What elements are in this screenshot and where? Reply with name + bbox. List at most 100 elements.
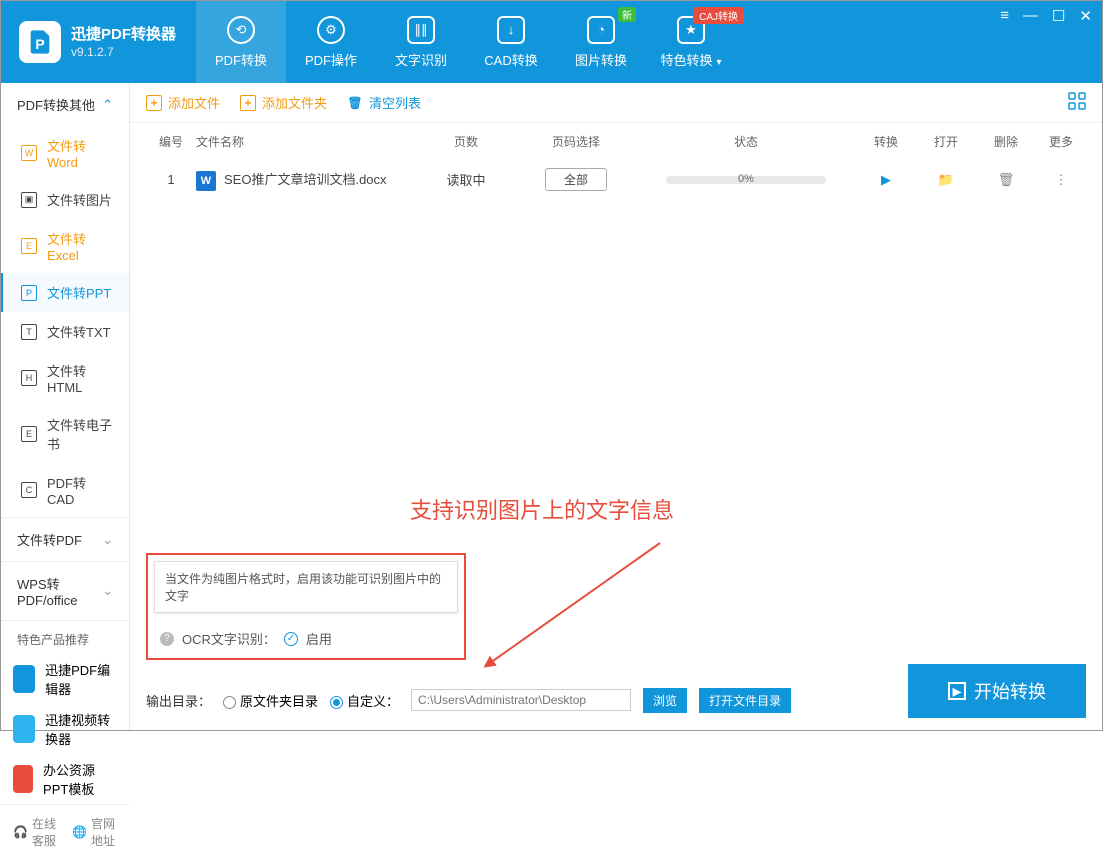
video-converter-icon xyxy=(13,715,35,743)
folder-plus-icon: + xyxy=(240,95,256,111)
sidebar-item-label: 文件转图片 xyxy=(47,190,112,209)
grid-view-icon[interactable] xyxy=(1068,92,1086,113)
tab-label: 特色转换▾ xyxy=(660,50,721,69)
close-icon[interactable]: ✕ xyxy=(1079,7,1092,25)
website-link[interactable]: 🌐官网地址 xyxy=(72,815,117,849)
col-status: 状态 xyxy=(636,133,856,150)
tab-label: PDF转换 xyxy=(215,50,267,69)
logo-area: P 迅捷PDF转换器 v9.1.2.7 xyxy=(1,21,196,63)
col-convert: 转换 xyxy=(856,133,916,150)
open-button[interactable]: 📁 xyxy=(916,172,976,188)
sidebar-section-file-to-pdf[interactable]: 文件转PDF ⌄ xyxy=(1,518,129,561)
more-button[interactable]: ⋮ xyxy=(1036,172,1086,188)
radio-checked-icon xyxy=(330,696,343,709)
section-title: PDF转换其他 xyxy=(17,95,95,114)
app-title: 迅捷PDF转换器 xyxy=(71,25,176,45)
annotation-arrow xyxy=(480,533,680,683)
recommend-pdf-editor[interactable]: 迅捷PDF编辑器 xyxy=(1,654,129,704)
row-name: WSEO推广文章培训文档.docx xyxy=(196,169,416,191)
output-label: 输出目录： xyxy=(146,691,211,710)
convert-button[interactable]: ▶ xyxy=(856,172,916,188)
radio-icon xyxy=(223,696,236,709)
cad-icon: ↓ xyxy=(497,16,525,44)
add-file-button[interactable]: +添加文件 xyxy=(146,93,220,112)
pdf-editor-icon xyxy=(13,665,35,693)
start-convert-button[interactable]: ▸ 开始转换 xyxy=(908,664,1086,718)
radio-original-folder[interactable]: 原文件夹目录 xyxy=(223,691,318,710)
clear-list-button[interactable]: 🗑清空列表 xyxy=(347,93,421,112)
plus-icon: + xyxy=(146,95,162,111)
tab-special-convert[interactable]: CAJ转换 ★ 特色转换▾ xyxy=(646,1,736,83)
sidebar-item-to-image[interactable]: ▣ 文件转图片 xyxy=(1,180,129,219)
ebook-icon: E xyxy=(21,426,37,442)
new-badge: 新 xyxy=(618,7,636,22)
section-title: WPS转PDF/office xyxy=(17,574,102,608)
annotation-text: 支持识别图片上的文字信息 xyxy=(410,493,674,525)
caj-badge: CAJ转换 xyxy=(693,7,744,24)
section-title: 文件转PDF xyxy=(17,530,82,549)
recommend-ppt-template[interactable]: 办公资源PPT模板 xyxy=(1,754,129,804)
col-more: 更多 xyxy=(1036,133,1086,150)
sidebar-item-to-excel[interactable]: E文件转Excel xyxy=(1,219,129,273)
maximize-icon[interactable]: ☐ xyxy=(1052,7,1065,25)
app-logo-icon: P xyxy=(19,21,61,63)
tab-cad-convert[interactable]: ↓ CAD转换 xyxy=(466,1,556,83)
ocr-enable-checkbox[interactable]: ✓ xyxy=(284,632,298,646)
txt-icon: T xyxy=(21,324,37,340)
sidebar-item-to-txt[interactable]: T 文件转TXT xyxy=(1,312,129,351)
tab-text-recognize[interactable]: ∥∥ 文字识别 xyxy=(376,1,466,83)
ppt-template-icon xyxy=(13,765,33,793)
minimize-icon[interactable]: — xyxy=(1023,7,1038,25)
sidebar-item-label: PDF转CAD xyxy=(47,473,113,507)
radio-custom-folder[interactable]: 自定义： xyxy=(330,691,399,710)
help-icon[interactable]: ? xyxy=(160,632,174,646)
sidebar-item-label: 文件转Word xyxy=(47,136,113,170)
sidebar-item-to-word[interactable]: W文件转Word xyxy=(1,126,129,180)
gear-icon: ⚙ xyxy=(317,16,345,44)
row-page-select: 全部 xyxy=(516,168,636,191)
menu-icon[interactable]: ≡ xyxy=(1000,7,1009,25)
sidebar-section-wps-to-pdf[interactable]: WPS转PDF/office ⌄ xyxy=(1,562,129,620)
online-service-link[interactable]: 🎧在线客服 xyxy=(13,815,58,849)
tab-image-convert[interactable]: 新 ◔ 图片转换 xyxy=(556,1,646,83)
output-path-input[interactable] xyxy=(411,689,631,711)
delete-button[interactable]: 🗑 xyxy=(976,172,1036,188)
sidebar-section-pdf-to-other[interactable]: PDF转换其他 ⌃ xyxy=(1,83,129,126)
recommend-label: 迅捷PDF编辑器 xyxy=(45,660,117,698)
sidebar-item-label: 文件转PPT xyxy=(47,283,111,302)
progress-bar: 0% xyxy=(666,176,826,184)
convert-icon: ⟲ xyxy=(227,16,255,44)
bars-icon: ∥∥ xyxy=(407,16,435,44)
cad-file-icon: C xyxy=(21,482,37,498)
sidebar-item-label: 文件转HTML xyxy=(47,361,113,395)
svg-text:P: P xyxy=(35,36,44,52)
ocr-tooltip: 当文件为纯图片格式时，启用该功能可识别图片中的文字 xyxy=(154,561,458,613)
col-name: 文件名称 xyxy=(196,133,416,150)
recommend-video-converter[interactable]: 迅捷视频转换器 xyxy=(1,704,129,754)
chevron-down-icon: ⌄ xyxy=(102,583,113,599)
col-num: 编号 xyxy=(146,133,196,150)
row-num: 1 xyxy=(146,172,196,187)
sidebar-item-to-html[interactable]: H文件转HTML xyxy=(1,351,129,405)
sidebar-item-to-ebook[interactable]: E文件转电子书 xyxy=(1,405,129,463)
ocr-enable-label: 启用 xyxy=(306,629,332,648)
col-delete: 删除 xyxy=(976,133,1036,150)
page-select-button[interactable]: 全部 xyxy=(545,168,607,191)
chevron-down-icon: ⌄ xyxy=(102,532,113,548)
tab-pdf-operate[interactable]: ⚙ PDF操作 xyxy=(286,1,376,83)
add-folder-button[interactable]: +添加文件夹 xyxy=(240,93,327,112)
content-area: +添加文件 +添加文件夹 🗑清空列表 编号 文件名称 页数 页码选择 状态 转换… xyxy=(130,83,1102,730)
open-folder-button[interactable]: 打开文件目录 xyxy=(699,688,791,713)
image-file-icon: ▣ xyxy=(21,192,37,208)
play-icon: ▸ xyxy=(948,682,966,700)
sidebar-item-label: 文件转TXT xyxy=(47,322,111,341)
browse-button[interactable]: 浏览 xyxy=(643,688,687,713)
sidebar-item-pdf-to-cad[interactable]: C PDF转CAD xyxy=(1,463,129,517)
col-pages: 页数 xyxy=(416,133,516,150)
sidebar-item-to-ppt[interactable]: P文件转PPT xyxy=(1,273,129,312)
sidebar-item-label: 文件转Excel xyxy=(47,229,113,263)
ocr-panel: 当文件为纯图片格式时，启用该功能可识别图片中的文字 ? OCR文字识别： ✓ 启… xyxy=(146,553,466,660)
image-icon: ◔ xyxy=(587,16,615,44)
table-header: 编号 文件名称 页数 页码选择 状态 转换 打开 删除 更多 xyxy=(130,123,1102,160)
tab-pdf-convert[interactable]: ⟲ PDF转换 xyxy=(196,1,286,83)
